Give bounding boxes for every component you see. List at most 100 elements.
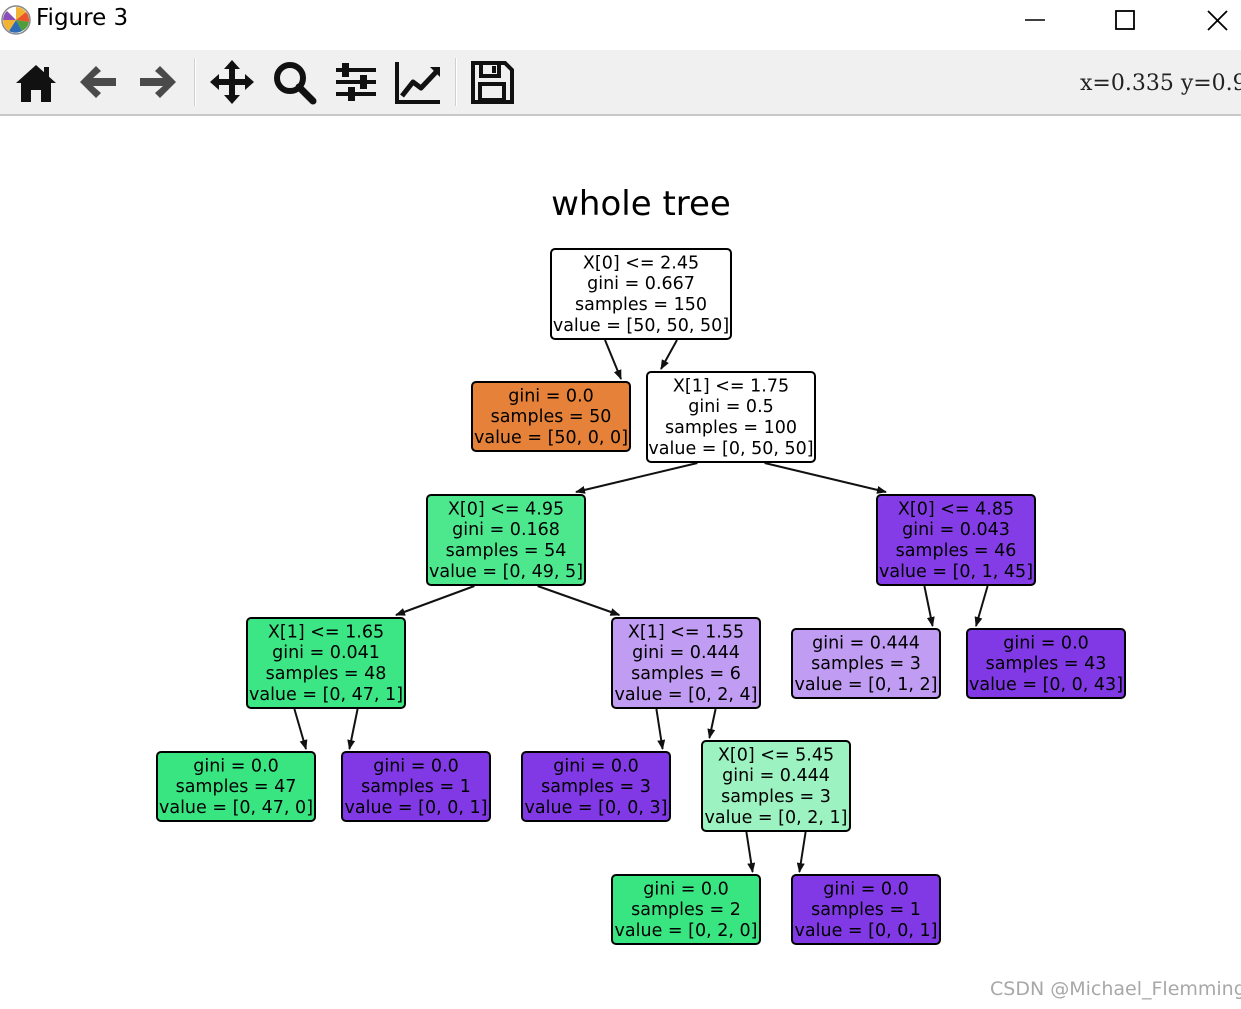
tree-node-label: value = [0, 1, 2] (795, 675, 938, 695)
tree-node-label: X[0] <= 4.85 (898, 499, 1014, 519)
tree-node-label: value = [0, 0, 1] (795, 921, 938, 941)
tree-edge-n4-n7 (923, 585, 935, 627)
tree-node-label: X[0] <= 4.95 (448, 499, 564, 519)
tree-node-n4: X[0] <= 4.85gini = 0.043samples = 46valu… (876, 494, 1036, 586)
toolbar-separator (194, 58, 196, 106)
tree-node-label: value = [0, 50, 50] (648, 439, 813, 459)
tree-edge-n0-n1 (604, 339, 622, 380)
maximize-button[interactable] (1095, 0, 1155, 42)
tree-node-label: samples = 3 (541, 777, 651, 797)
forward-button[interactable] (134, 58, 182, 106)
chart-title: whole tree (551, 184, 731, 224)
tree-node-label: value = [0, 2, 0] (615, 921, 758, 941)
window-title: Figure 3 (36, 5, 129, 31)
tree-node-n7: gini = 0.444samples = 3value = [0, 1, 2] (791, 628, 941, 699)
zoom-button[interactable] (270, 58, 318, 106)
tree-node-label: gini = 0.041 (272, 643, 380, 663)
back-button[interactable] (74, 58, 122, 106)
tree-node-n0: X[0] <= 2.45gini = 0.667samples = 150val… (550, 248, 732, 340)
tree-node-label: samples = 1 (811, 900, 921, 920)
save-disk-icon (471, 61, 514, 104)
figure-canvas[interactable]: whole tree X[0] <= 2.45 gini = 0.667 sampl… (0, 116, 1241, 1009)
tree-node-label: samples = 1 (361, 777, 471, 797)
tree-node-label: gini = 0.0 (553, 756, 639, 776)
tree-node-label: X[1] <= 1.55 (628, 622, 744, 642)
tree-edge-n6-n12 (707, 708, 717, 739)
tree-node-label: samples = 3 (721, 787, 831, 807)
cursor-coordinates-readout: x=0.335 y=0.96 (1080, 71, 1241, 96)
tree-node-label: X[1] <= 1.75 (673, 376, 789, 396)
tree-nodes: X[0] <= 2.45gini = 0.667samples = 150val… (156, 248, 1126, 945)
tree-node-label: gini = 0.0 (823, 879, 909, 899)
tree-node-n13: gini = 0.0samples = 2value = [0, 2, 0] (611, 874, 761, 945)
tree-node-label: samples = 54 (446, 541, 567, 561)
tree-node-label: value = [0, 1, 45] (879, 562, 1033, 582)
tree-node-label: value = [0, 2, 1] (705, 808, 848, 828)
tree-node-label: samples = 100 (665, 418, 797, 438)
tree-node-label: samples = 43 (986, 654, 1107, 674)
tree-node-label: samples = 2 (631, 900, 741, 920)
tree-node-label: X[1] <= 1.65 (268, 622, 384, 642)
tree-edge-n2-n4 (764, 462, 887, 494)
watermark-text: CSDN @Michael_Flemming (990, 978, 1241, 1000)
tree-node-label: samples = 6 (631, 664, 741, 684)
edit-axis-icon (395, 62, 440, 104)
configure-subplots-button[interactable] (332, 58, 380, 106)
minimize-icon (1025, 19, 1045, 21)
tree-node-label: samples = 50 (491, 407, 612, 427)
tree-node-label: samples = 48 (266, 664, 387, 684)
tree-edge-n5-n9 (293, 708, 308, 750)
tree-node-label: value = [0, 0, 3] (525, 798, 668, 818)
window-titlebar: Figure 3 (0, 0, 1241, 42)
tree-node-label: gini = 0.0 (643, 879, 729, 899)
tree-node-n6: X[1] <= 1.55gini = 0.444samples = 6value… (611, 617, 761, 709)
tree-node-n2: X[1] <= 1.75gini = 0.5samples = 100value… (646, 371, 816, 463)
home-button[interactable] (12, 58, 60, 106)
close-button[interactable] (1188, 0, 1241, 42)
tree-node-label: gini = 0.444 (722, 766, 830, 786)
minimize-button[interactable] (1005, 0, 1065, 42)
tree-node-label: samples = 3 (811, 654, 921, 674)
tree-node-n9: gini = 0.0samples = 47value = [0, 47, 0] (156, 751, 316, 822)
tree-edge-n5-n10 (347, 708, 359, 750)
tree-node-label: gini = 0.444 (812, 633, 920, 653)
tree-edge-n2-n3 (575, 462, 698, 494)
tree-node-label: gini = 0.0 (373, 756, 459, 776)
close-icon (1207, 10, 1228, 31)
tree-node-label: X[0] <= 2.45 (583, 253, 699, 273)
subplots-config-icon (336, 63, 376, 101)
tree-edge-n6-n11 (655, 708, 666, 750)
tree-node-label: value = [0, 49, 5] (429, 562, 583, 582)
save-button[interactable] (468, 58, 516, 106)
tree-edge-n12-n14 (796, 831, 807, 873)
tree-node-label: value = [0, 47, 1] (249, 685, 403, 705)
tree-node-n3: X[0] <= 4.95gini = 0.168samples = 54valu… (426, 494, 586, 586)
tree-node-label: value = [50, 50, 50] (553, 316, 729, 336)
tree-node-label: samples = 47 (176, 777, 297, 797)
tree-node-label: samples = 150 (575, 295, 707, 315)
pan-move-icon (210, 60, 254, 104)
pan-button[interactable] (208, 58, 256, 106)
maximize-icon (1115, 10, 1135, 30)
tree-node-label: X[0] <= 5.45 (718, 745, 834, 765)
tree-node-label: gini = 0.0 (508, 386, 594, 406)
tree-edge-n12-n13 (745, 831, 756, 873)
tree-node-label: gini = 0.168 (452, 520, 560, 540)
back-arrow-icon (80, 66, 116, 98)
tree-node-label: value = [0, 0, 43] (969, 675, 1123, 695)
matplotlib-logo-icon (1, 5, 31, 35)
forward-arrow-icon (140, 66, 176, 98)
home-icon (16, 65, 56, 102)
edit-axis-button[interactable] (394, 58, 442, 106)
tree-node-label: gini = 0.444 (632, 643, 740, 663)
tree-node-n1: gini = 0.0samples = 50value = [50, 0, 0] (471, 381, 631, 452)
tree-edge-n0-n2 (660, 339, 678, 370)
tree-node-label: gini = 0.0 (1003, 633, 1089, 653)
tree-node-n10: gini = 0.0samples = 1value = [0, 0, 1] (341, 751, 491, 822)
decision-tree-plot: whole tree X[0] <= 2.45gini = 0.667sampl… (156, 184, 1126, 945)
navigation-toolbar: x=0.335 y=0.96 (0, 50, 1241, 116)
tree-node-label: value = [0, 47, 0] (159, 798, 313, 818)
tree-node-label: gini = 0.5 (688, 397, 774, 417)
tree-node-n8: gini = 0.0samples = 43value = [0, 0, 43] (966, 628, 1126, 699)
tree-node-n12: X[0] <= 5.45gini = 0.444samples = 3value… (701, 740, 851, 832)
